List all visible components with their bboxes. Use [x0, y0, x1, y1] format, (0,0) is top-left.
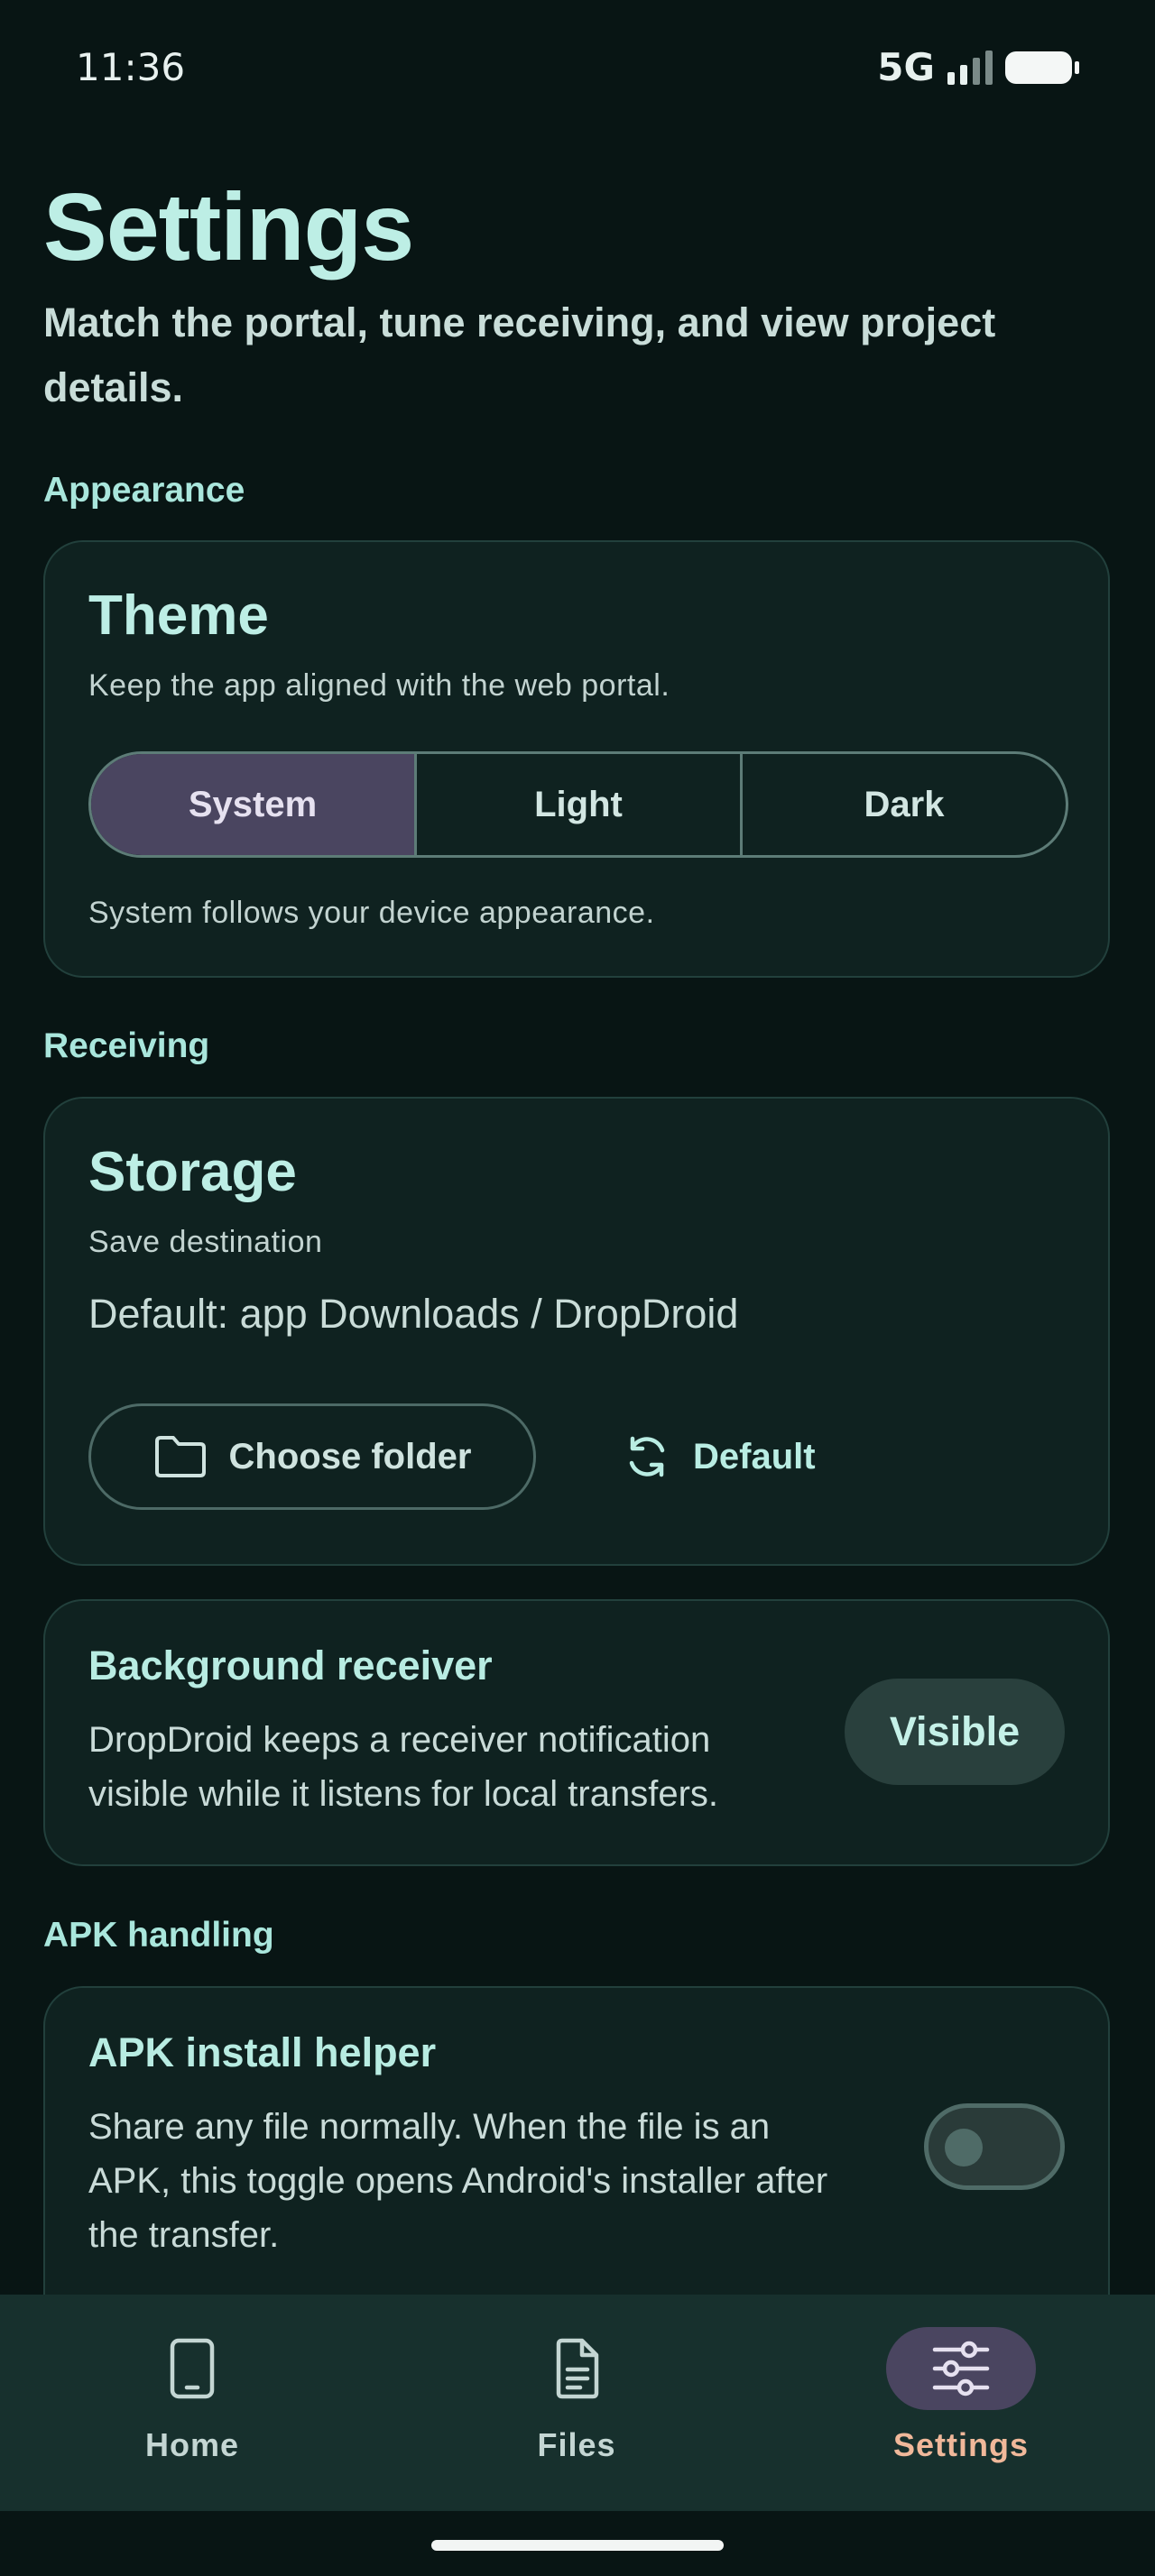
nav-label-settings: Settings — [892, 2426, 1029, 2463]
nav-item-settings[interactable]: Settings — [769, 2295, 1153, 2511]
section-label-apk: APK handling — [43, 1916, 274, 1955]
apk-helper-toggle[interactable] — [924, 2103, 1065, 2190]
section-label-appearance: Appearance — [43, 471, 245, 510]
storage-title: Storage — [88, 1141, 297, 1203]
background-receiver-description: DropDroid keeps a receiver notification … — [88, 1720, 719, 1814]
home-indicator[interactable] — [431, 2540, 724, 2551]
page-title: Settings — [43, 174, 414, 281]
nav-icon-container — [502, 2327, 651, 2410]
nav-icon-container — [886, 2327, 1036, 2410]
folder-icon — [154, 1436, 206, 1477]
bottom-navigation: Home Files Settings — [0, 2295, 1155, 2511]
theme-description: Keep the app aligned with the web portal… — [88, 668, 670, 703]
refresh-icon — [629, 1436, 665, 1477]
storage-card: Storage Save destination Default: app Do… — [43, 1097, 1110, 1566]
sliders-icon — [932, 2341, 990, 2397]
phone-icon — [170, 2338, 215, 2399]
document-icon — [556, 2338, 599, 2399]
nav-item-home[interactable]: Home — [0, 2295, 384, 2511]
theme-title: Theme — [88, 584, 269, 647]
status-indicators: 5G — [877, 45, 1079, 89]
nav-icon-container — [117, 2327, 267, 2410]
theme-hint: System follows your device appearance. — [88, 896, 655, 930]
theme-option-system[interactable]: System — [91, 754, 417, 855]
background-receiver-title: Background receiver — [88, 1642, 493, 1688]
theme-option-light[interactable]: Light — [417, 754, 743, 855]
choose-folder-button[interactable]: Choose folder — [88, 1403, 536, 1510]
signal-icon — [947, 50, 993, 85]
theme-card: Theme Keep the app aligned with the web … — [43, 540, 1110, 978]
apk-helper-description: Share any file normally. When the file i… — [88, 2107, 828, 2255]
default-folder-label: Default — [693, 1436, 816, 1477]
nav-item-files[interactable]: Files — [384, 2295, 769, 2511]
nav-label-home: Home — [144, 2426, 240, 2463]
system-navigation-bar — [0, 2511, 1155, 2576]
section-label-receiving: Receiving — [43, 1026, 210, 1065]
default-folder-button[interactable]: Default — [597, 1403, 841, 1510]
theme-option-dark[interactable]: Dark — [743, 754, 1066, 855]
background-receiver-card: Background receiver DropDroid keeps a re… — [43, 1599, 1110, 1866]
status-bar: 11:36 5G — [0, 0, 1155, 135]
storage-path: Default: app Downloads / DropDroid — [88, 1291, 739, 1337]
battery-icon — [1005, 51, 1079, 84]
network-type: 5G — [877, 45, 935, 89]
theme-segmented-control: System Light Dark — [88, 751, 1068, 858]
nav-label-files: Files — [537, 2426, 616, 2463]
choose-folder-label: Choose folder — [228, 1436, 472, 1477]
apk-helper-title: APK install helper — [88, 2029, 437, 2075]
storage-subtitle: Save destination — [88, 1225, 323, 1259]
visible-button[interactable]: Visible — [845, 1679, 1065, 1785]
apk-helper-card: APK install helper Share any file normal… — [43, 1986, 1110, 2347]
toggle-knob — [945, 2129, 983, 2167]
status-time: 11:36 — [76, 45, 186, 89]
page-subtitle: Match the portal, tune receiving, and vi… — [43, 299, 996, 410]
